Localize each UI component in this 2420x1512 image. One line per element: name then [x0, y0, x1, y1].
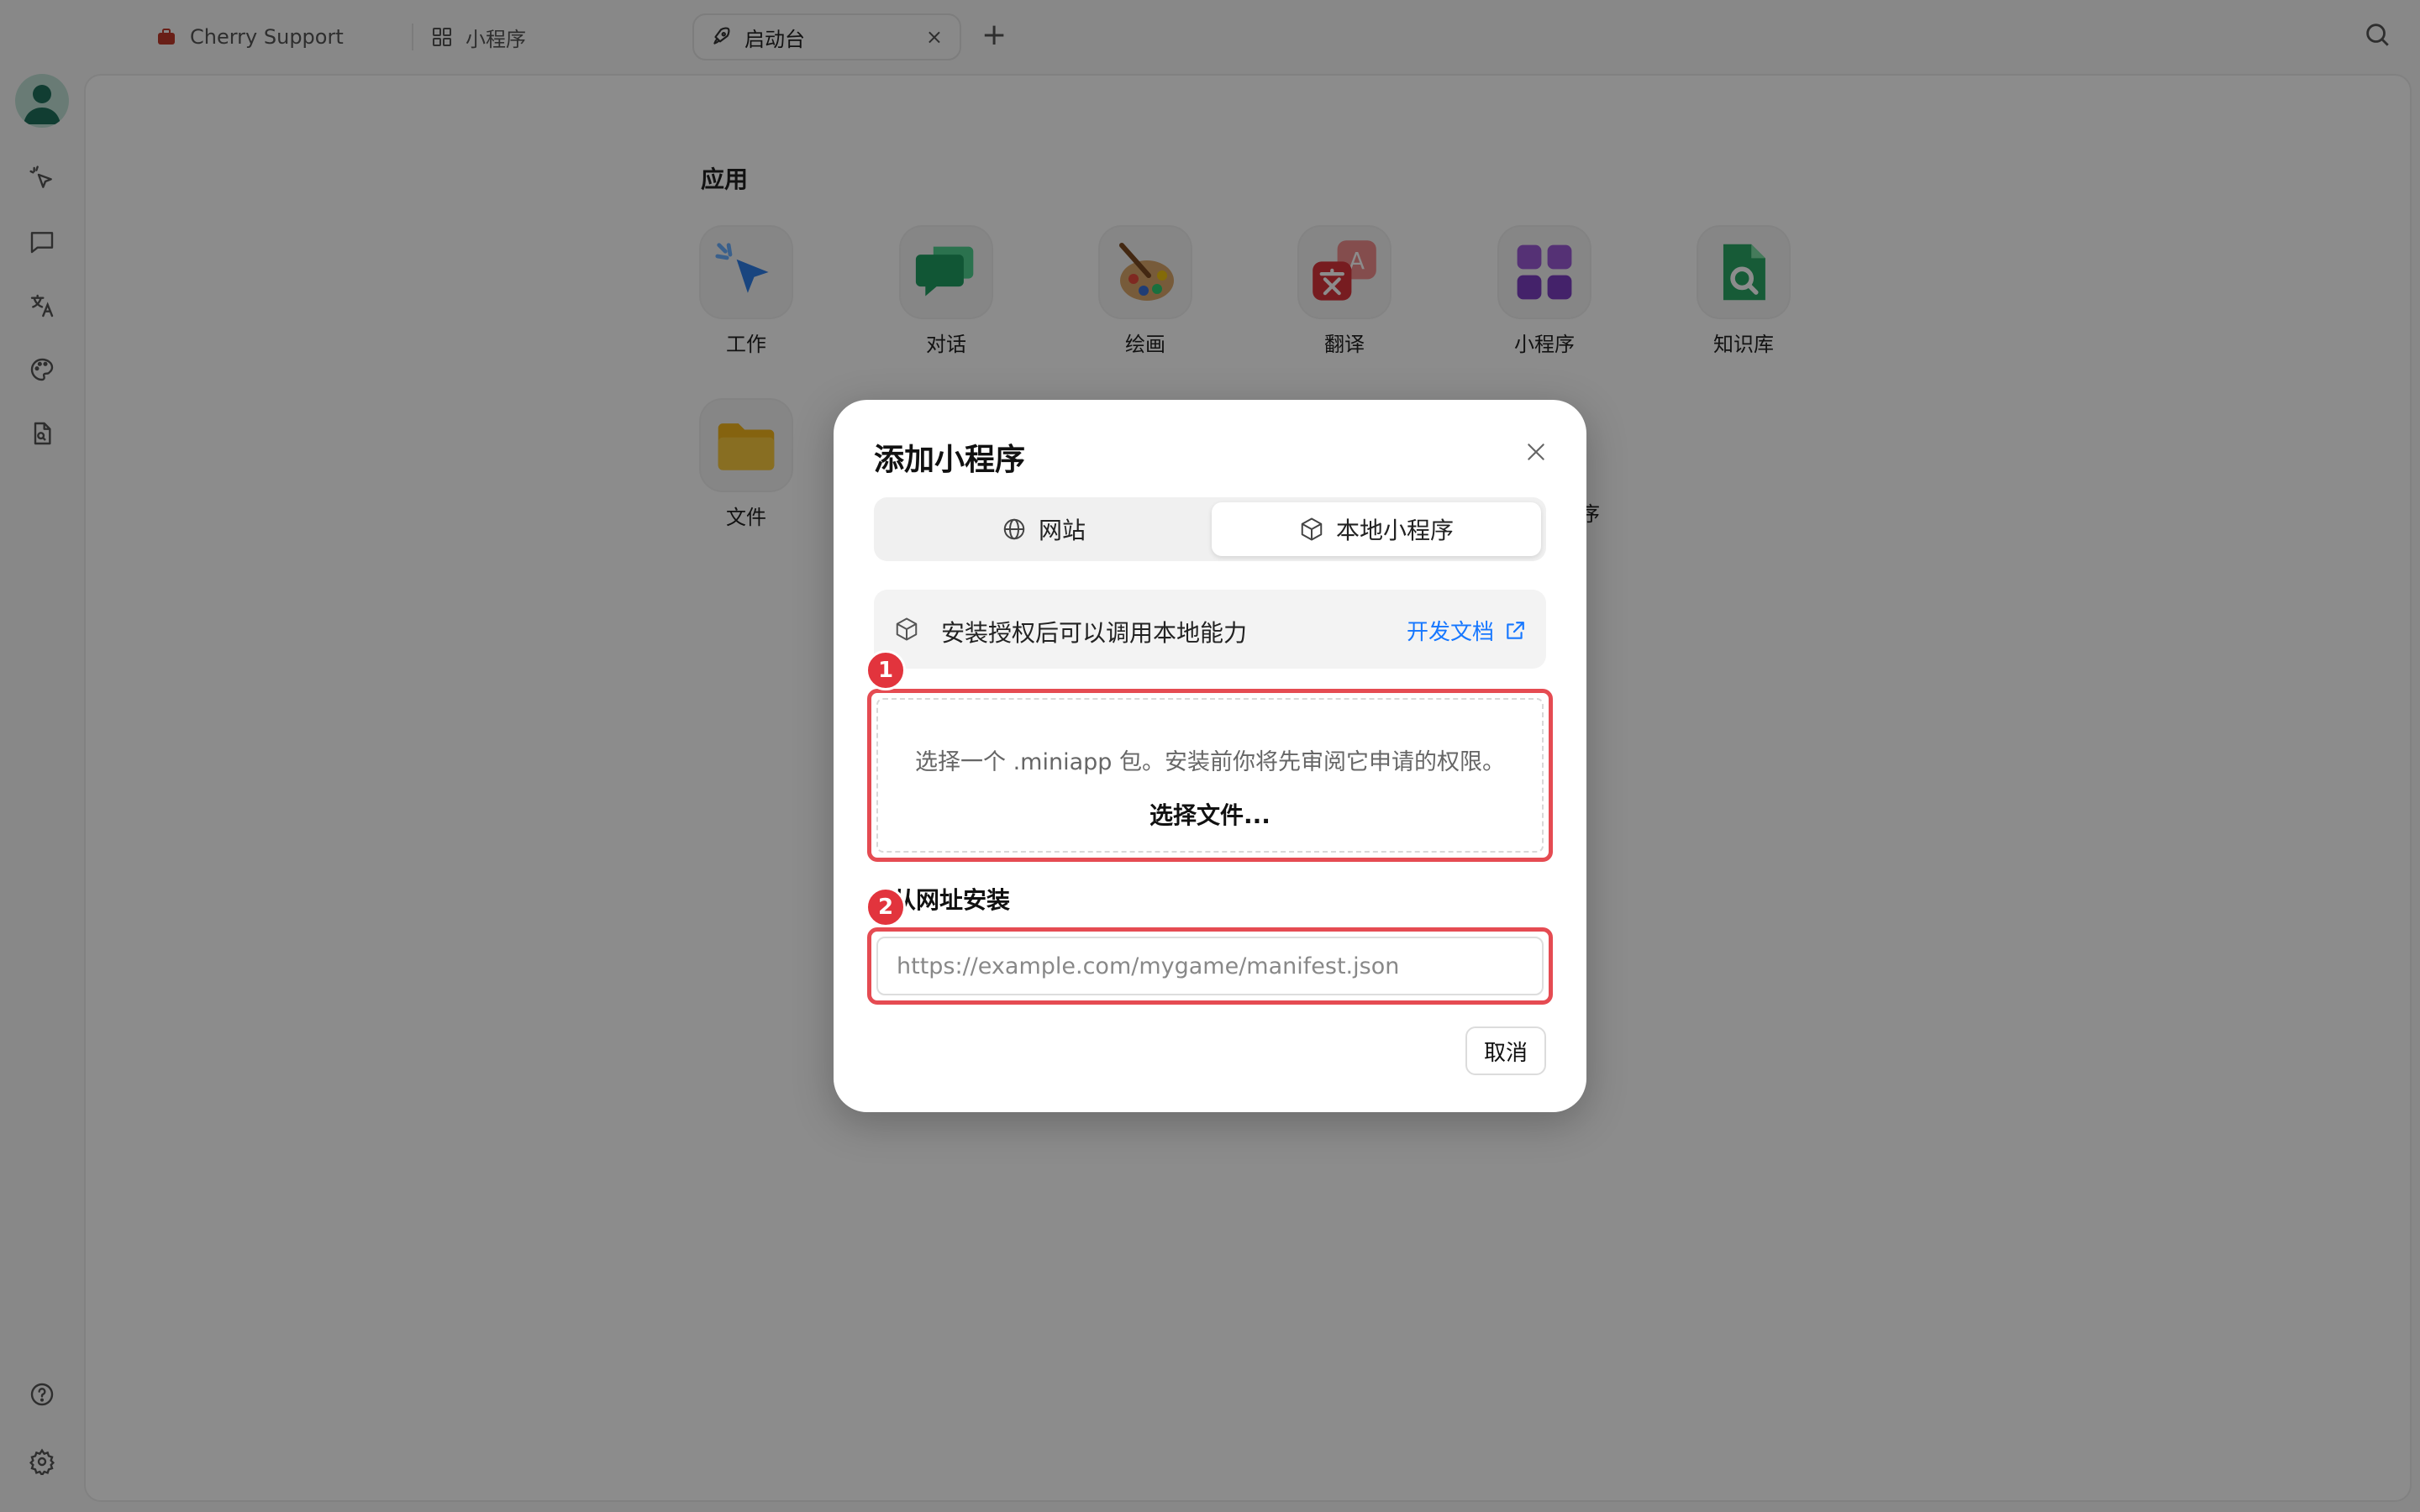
external-link-icon	[1504, 620, 1526, 642]
tab-website[interactable]: 网站	[879, 502, 1208, 556]
manifest-url-input[interactable]	[876, 937, 1544, 995]
tab-label: 网站	[1038, 517, 1086, 544]
add-miniapp-dialog: 添加小程序 网站 本地小程序 安装授权后可以调用本地能力 开发文档 选择一个 .…	[834, 400, 1586, 1112]
package-icon	[1299, 517, 1324, 542]
dialog-title: 添加小程序	[874, 443, 1026, 477]
globe-icon	[1002, 517, 1027, 542]
info-text: 安装授权后可以调用本地能力	[941, 619, 1248, 647]
annotation-badge-2: 2	[865, 887, 906, 927]
tab-local-miniapp[interactable]: 本地小程序	[1212, 502, 1541, 556]
info-banner: 安装授权后可以调用本地能力 开发文档	[874, 590, 1546, 669]
url-input-highlight	[867, 927, 1553, 1005]
dev-docs-label: 开发文档	[1406, 620, 1494, 645]
close-icon[interactable]	[1521, 437, 1551, 467]
dev-docs-link[interactable]: 开发文档	[1407, 615, 1526, 646]
url-install-label: 从网址安装	[892, 886, 1011, 914]
dropzone-hint: 选择一个 .miniapp 包。安装前你将先审阅它申请的权限。	[915, 749, 1505, 775]
cancel-button[interactable]: 取消	[1465, 1026, 1546, 1075]
dropzone-border: 选择一个 .miniapp 包。安装前你将先审阅它申请的权限。 选择文件...	[876, 698, 1544, 853]
source-segmented-control: 网站 本地小程序	[874, 497, 1546, 561]
package-icon	[894, 617, 919, 645]
choose-file-button[interactable]: 选择文件...	[878, 797, 1542, 831]
annotation-badge-1: 1	[865, 650, 906, 690]
tab-label: 本地小程序	[1335, 517, 1454, 544]
package-dropzone[interactable]: 选择一个 .miniapp 包。安装前你将先审阅它申请的权限。 选择文件...	[867, 689, 1553, 862]
